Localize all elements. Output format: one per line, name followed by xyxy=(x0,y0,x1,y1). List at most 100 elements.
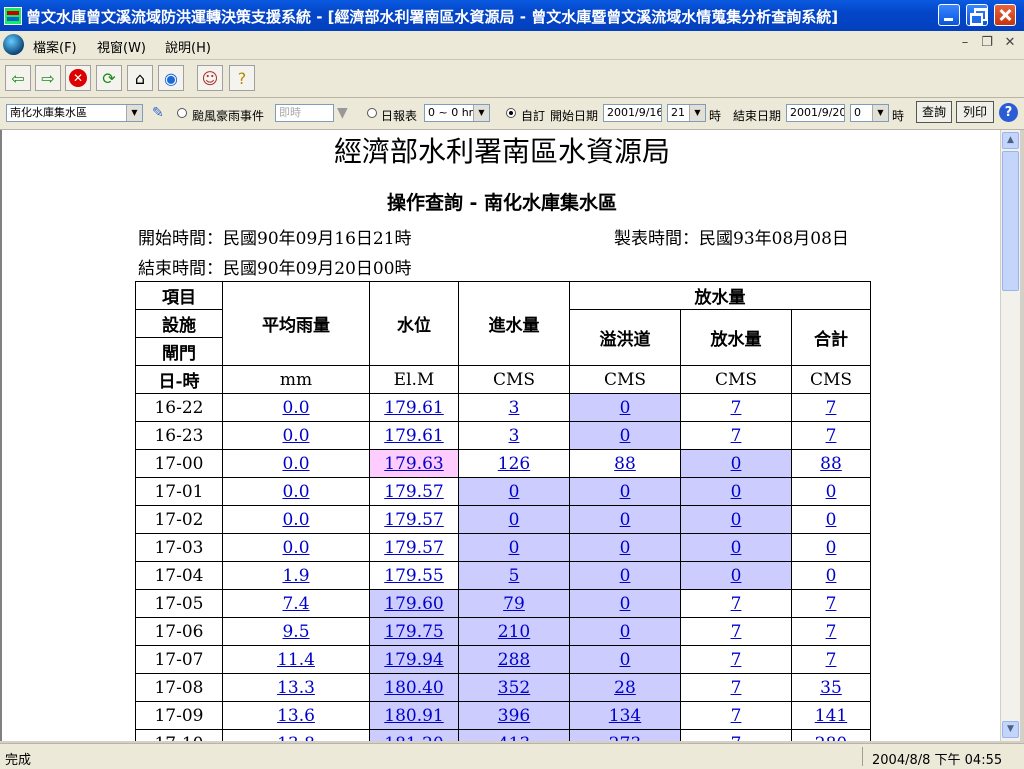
start-date-input[interactable]: 2001/9/16 xyxy=(603,104,662,122)
inflow-link[interactable]: 3 xyxy=(509,426,520,446)
rain-link[interactable]: 13.3 xyxy=(277,678,315,698)
end-date-input[interactable]: 2001/9/20 xyxy=(786,104,845,122)
print-button[interactable]: 列印 xyxy=(956,101,994,123)
chevron-down-icon[interactable]: ▼ xyxy=(473,105,489,121)
mdi-close-icon[interactable]: ✕ xyxy=(1003,36,1017,50)
forward-arrow-icon[interactable]: ⇨ xyxy=(35,65,61,91)
search-icon[interactable]: ◉ xyxy=(158,65,184,91)
menu-help[interactable]: 說明(H) xyxy=(165,37,211,56)
release-link[interactable]: 0 xyxy=(731,482,742,502)
spillway-link[interactable]: 0 xyxy=(620,398,631,418)
level-link[interactable]: 179.61 xyxy=(384,398,443,418)
menu-window[interactable]: 視窗(W) xyxy=(97,37,146,56)
total-link[interactable]: 7 xyxy=(826,426,837,446)
total-link[interactable]: 141 xyxy=(815,706,847,726)
total-link[interactable]: 35 xyxy=(820,678,842,698)
rain-link[interactable]: 7.4 xyxy=(282,594,309,614)
level-link[interactable]: 179.94 xyxy=(384,650,443,670)
radio-typhoon[interactable] xyxy=(177,108,187,118)
inflow-link[interactable]: 3 xyxy=(509,398,520,418)
release-link[interactable]: 7 xyxy=(731,678,742,698)
release-link[interactable]: 0 xyxy=(731,538,742,558)
help-people-icon[interactable]: ? xyxy=(229,65,255,91)
rain-link[interactable]: 13.6 xyxy=(277,706,315,726)
menu-file[interactable]: 檔案(F) xyxy=(33,37,77,56)
radio-custom[interactable] xyxy=(506,108,516,118)
back-arrow-icon[interactable]: ⇦ xyxy=(5,65,31,91)
rain-link[interactable]: 13.8 xyxy=(277,734,315,742)
rain-link[interactable]: 0.0 xyxy=(282,510,309,530)
user-icon[interactable]: ☺ xyxy=(197,65,223,91)
inflow-link[interactable]: 396 xyxy=(498,706,530,726)
total-link[interactable]: 7 xyxy=(826,622,837,642)
level-link[interactable]: 179.57 xyxy=(384,510,443,530)
rain-link[interactable]: 0.0 xyxy=(282,538,309,558)
release-link[interactable]: 7 xyxy=(731,398,742,418)
chevron-down-icon[interactable]: ▼ xyxy=(872,105,888,121)
level-link[interactable]: 179.57 xyxy=(384,482,443,502)
level-link[interactable]: 179.75 xyxy=(384,622,443,642)
inflow-link[interactable]: 0 xyxy=(509,538,520,558)
rain-link[interactable]: 0.0 xyxy=(282,426,309,446)
spillway-link[interactable]: 273 xyxy=(609,734,641,742)
release-link[interactable]: 0 xyxy=(731,454,742,474)
inflow-link[interactable]: 288 xyxy=(498,650,530,670)
typhoon-dropdown-icon[interactable]: ▼ xyxy=(337,105,348,121)
typhoon-event-select[interactable]: 即時 xyxy=(275,104,334,122)
inflow-link[interactable]: 0 xyxy=(509,510,520,530)
query-button[interactable]: 查詢 xyxy=(916,101,952,123)
rain-link[interactable]: 0.0 xyxy=(282,398,309,418)
area-select[interactable]: 南化水庫集水區 ▼ xyxy=(6,104,143,122)
restore-button[interactable] xyxy=(966,4,988,26)
scroll-thumb[interactable] xyxy=(1002,151,1019,291)
vertical-scrollbar[interactable]: ▲ ▼ xyxy=(1000,130,1020,741)
rain-link[interactable]: 9.5 xyxy=(282,622,309,642)
level-link[interactable]: 180.40 xyxy=(384,678,443,698)
release-link[interactable]: 7 xyxy=(731,426,742,446)
spillway-link[interactable]: 0 xyxy=(620,566,631,586)
rain-link[interactable]: 11.4 xyxy=(277,650,315,670)
chevron-down-icon[interactable]: ▼ xyxy=(126,105,142,121)
start-hour-select[interactable]: 21 ▼ xyxy=(667,104,706,122)
inflow-link[interactable]: 0 xyxy=(509,482,520,502)
spillway-link[interactable]: 134 xyxy=(609,706,641,726)
spillway-link[interactable]: 0 xyxy=(620,594,631,614)
total-link[interactable]: 7 xyxy=(826,650,837,670)
home-icon[interactable]: ⌂ xyxy=(127,65,153,91)
scroll-down-icon[interactable]: ▼ xyxy=(1002,721,1019,738)
daily-hours-select[interactable]: 0 ~ 0 hr ▼ xyxy=(424,104,490,122)
spillway-link[interactable]: 0 xyxy=(620,622,631,642)
release-link[interactable]: 7 xyxy=(731,734,742,742)
inflow-link[interactable]: 5 xyxy=(509,566,520,586)
chevron-down-icon[interactable]: ▼ xyxy=(689,105,705,121)
inflow-link[interactable]: 79 xyxy=(503,594,525,614)
level-link[interactable]: 180.91 xyxy=(384,706,443,726)
minimize-button[interactable] xyxy=(938,4,960,26)
scroll-up-icon[interactable]: ▲ xyxy=(1002,132,1019,149)
inflow-link[interactable]: 126 xyxy=(498,454,530,474)
help-icon[interactable]: ? xyxy=(999,103,1018,122)
total-link[interactable]: 0 xyxy=(826,510,837,530)
mdi-minimize-icon[interactable]: – xyxy=(958,36,972,50)
spillway-link[interactable]: 0 xyxy=(620,510,631,530)
total-link[interactable]: 7 xyxy=(826,594,837,614)
release-link[interactable]: 0 xyxy=(731,566,742,586)
level-link[interactable]: 179.55 xyxy=(384,566,443,586)
level-link[interactable]: 179.63 xyxy=(384,454,443,474)
app-icon[interactable] xyxy=(4,7,22,25)
inflow-link[interactable]: 210 xyxy=(498,622,530,642)
total-link[interactable]: 0 xyxy=(826,566,837,586)
total-link[interactable]: 280 xyxy=(815,734,847,742)
rain-link[interactable]: 0.0 xyxy=(282,482,309,502)
release-link[interactable]: 7 xyxy=(731,622,742,642)
inflow-link[interactable]: 413 xyxy=(498,734,530,742)
total-link[interactable]: 7 xyxy=(826,398,837,418)
inflow-link[interactable]: 352 xyxy=(498,678,530,698)
close-button[interactable] xyxy=(994,4,1016,26)
spillway-link[interactable]: 28 xyxy=(614,678,636,698)
level-link[interactable]: 179.57 xyxy=(384,538,443,558)
spillway-link[interactable]: 0 xyxy=(620,538,631,558)
spillway-link[interactable]: 0 xyxy=(620,650,631,670)
level-link[interactable]: 179.61 xyxy=(384,426,443,446)
release-link[interactable]: 0 xyxy=(731,510,742,530)
